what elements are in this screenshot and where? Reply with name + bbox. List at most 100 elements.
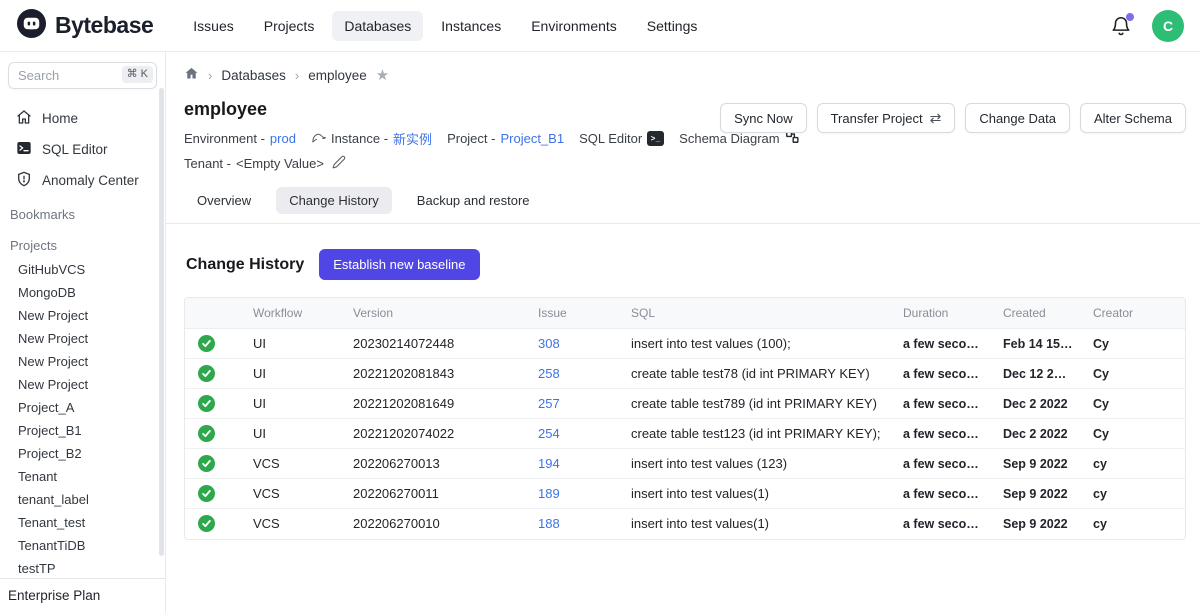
change-data-label: Change Data bbox=[979, 111, 1056, 126]
cell-creator: cy bbox=[1077, 479, 1185, 509]
issue-link[interactable]: 188 bbox=[538, 516, 560, 531]
environment-label: Environment - bbox=[184, 131, 265, 146]
success-check-icon bbox=[198, 365, 215, 382]
column-header-duration: Duration bbox=[887, 298, 987, 329]
main-content: › Databases › employee ★ employee Enviro… bbox=[166, 52, 1200, 613]
cell-created: Sep 9 2022 bbox=[987, 479, 1077, 509]
sync-now-label: Sync Now bbox=[734, 111, 793, 126]
cell-duration: a few seconds bbox=[887, 479, 987, 509]
change-data-button[interactable]: Change Data bbox=[965, 103, 1070, 133]
cell-duration: a few seconds bbox=[887, 509, 987, 539]
page-actions: Sync Now Transfer Project ⇄ Change Data … bbox=[720, 103, 1186, 133]
cell-workflow: VCS bbox=[237, 509, 337, 539]
page-title: employee bbox=[184, 99, 720, 120]
cell-sql: insert into test values(1) bbox=[615, 479, 887, 509]
transfer-project-button[interactable]: Transfer Project ⇄ bbox=[817, 103, 956, 133]
bytebase-logo[interactable]: Bytebase bbox=[16, 8, 153, 44]
instance-link[interactable]: 新实例 bbox=[393, 129, 432, 148]
home-icon[interactable] bbox=[184, 66, 199, 84]
alter-schema-button[interactable]: Alter Schema bbox=[1080, 103, 1186, 133]
sidebar-project-tenanttidb[interactable]: TenantTiDB bbox=[0, 534, 165, 557]
change-history-row[interactable]: UI20221202074022254create table test123 … bbox=[185, 419, 1185, 449]
sidebar-item-home[interactable]: Home bbox=[0, 103, 165, 134]
notifications-bell-icon[interactable] bbox=[1110, 15, 1132, 37]
breadcrumb-databases[interactable]: Databases bbox=[221, 68, 286, 83]
issue-link[interactable]: 194 bbox=[538, 456, 560, 471]
enterprise-plan-footer[interactable]: Enterprise Plan bbox=[0, 578, 165, 613]
sql-editor-text: SQL Editor bbox=[579, 131, 642, 146]
establish-baseline-button[interactable]: Establish new baseline bbox=[319, 249, 479, 280]
sidebar-item-label: SQL Editor bbox=[42, 142, 108, 157]
sidebar-project-mongodb[interactable]: MongoDB bbox=[0, 281, 165, 304]
transfer-project-label: Transfer Project bbox=[831, 111, 923, 126]
sidebar-project-githubvcs[interactable]: GitHubVCS bbox=[0, 258, 165, 281]
sql-editor-shortcut[interactable]: SQL Editor >_ bbox=[579, 131, 664, 146]
cell-version: 20221202081649 bbox=[337, 389, 522, 419]
cell-created: Sep 9 2022 bbox=[987, 449, 1077, 479]
issue-link[interactable]: 189 bbox=[538, 486, 560, 501]
change-history-row[interactable]: VCS202206270011189insert into test value… bbox=[185, 479, 1185, 509]
topnav-item-databases[interactable]: Databases bbox=[332, 11, 423, 41]
user-avatar[interactable]: C bbox=[1152, 10, 1184, 42]
cell-sql: create table test78 (id int PRIMARY KEY) bbox=[615, 359, 887, 389]
change-history-row[interactable]: UI20230214072448308insert into test valu… bbox=[185, 329, 1185, 359]
change-history-row[interactable]: UI20221202081843258create table test78 (… bbox=[185, 359, 1185, 389]
tab-change-history[interactable]: Change History bbox=[276, 187, 392, 214]
cell-version: 202206270013 bbox=[337, 449, 522, 479]
sidebar-project-project-b2[interactable]: Project_B2 bbox=[0, 442, 165, 465]
environment-link[interactable]: prod bbox=[270, 131, 296, 146]
topnav-item-issues[interactable]: Issues bbox=[181, 11, 245, 41]
change-history-table: WorkflowVersionIssueSQLDurationCreatedCr… bbox=[184, 297, 1186, 540]
breadcrumb-employee[interactable]: employee bbox=[308, 68, 367, 83]
change-history-row[interactable]: VCS202206270010 188 insert into test value… bbox=[185, 509, 1185, 539]
sidebar-project-testtp[interactable]: testTP bbox=[0, 557, 165, 580]
issue-link[interactable]: 258 bbox=[538, 366, 560, 381]
alter-schema-label: Alter Schema bbox=[1094, 111, 1172, 126]
issue-link[interactable]: 308 bbox=[538, 336, 560, 351]
tenant-value: <Empty Value> bbox=[236, 156, 324, 171]
issue-link[interactable]: 257 bbox=[538, 396, 560, 411]
sidebar-project-new-project[interactable]: New Project bbox=[0, 350, 165, 373]
sidebar-project-tenant[interactable]: Tenant bbox=[0, 465, 165, 488]
cell-sql: insert into test values(1) bbox=[615, 509, 887, 539]
success-check-icon bbox=[198, 485, 215, 502]
sync-now-button[interactable]: Sync Now bbox=[720, 103, 807, 133]
topnav-item-projects[interactable]: Projects bbox=[252, 11, 327, 41]
database-meta-row: Environment - prod Instance - 新实例 bbox=[184, 129, 720, 148]
column-header-issue: Issue bbox=[522, 298, 615, 329]
sidebar-item-sql-editor[interactable]: SQL Editor bbox=[0, 134, 165, 165]
sidebar-project-tenant-test[interactable]: Tenant_test bbox=[0, 511, 165, 534]
cell-sql: create table test789 (id int PRIMARY KEY… bbox=[615, 389, 887, 419]
tab-backup-and-restore[interactable]: Backup and restore bbox=[404, 187, 543, 214]
topnav-item-settings[interactable]: Settings bbox=[635, 11, 710, 41]
topnav-item-instances[interactable]: Instances bbox=[429, 11, 513, 41]
change-history-row[interactable]: VCS202206270013194insert into test value… bbox=[185, 449, 1185, 479]
cell-created: Dec 2 2022 bbox=[987, 419, 1077, 449]
brand-name: Bytebase bbox=[55, 12, 153, 39]
cell-version: 20221202074022 bbox=[337, 419, 522, 449]
column-header-creator: Creator bbox=[1077, 298, 1185, 329]
topnav-item-environments[interactable]: Environments bbox=[519, 11, 629, 41]
sidebar-project-project-b1[interactable]: Project_B1 bbox=[0, 419, 165, 442]
cell-duration: a few seconds bbox=[887, 419, 987, 449]
project-label: Project - bbox=[447, 131, 495, 146]
sidebar-project-new-project[interactable]: New Project bbox=[0, 327, 165, 350]
cell-creator: Cy bbox=[1077, 329, 1185, 359]
change-history-row[interactable]: UI20221202081649257create table test789 … bbox=[185, 389, 1185, 419]
project-link[interactable]: Project_B1 bbox=[500, 131, 564, 146]
sidebar-project-tenant-label[interactable]: tenant_label bbox=[0, 488, 165, 511]
sidebar-scrollbar[interactable] bbox=[159, 88, 164, 556]
edit-pencil-icon[interactable] bbox=[332, 155, 346, 172]
cell-created: Dec 2 2022 bbox=[987, 389, 1077, 419]
bookmark-star-icon[interactable]: ★ bbox=[376, 68, 389, 83]
sidebar-section-projects: Projects bbox=[0, 231, 165, 258]
sidebar-project-project-a[interactable]: Project_A bbox=[0, 396, 165, 419]
tabs-divider bbox=[166, 223, 1200, 224]
search-shortcut-badge: ⌘ K bbox=[122, 66, 153, 83]
sidebar-item-anomaly-center[interactable]: Anomaly Center bbox=[0, 165, 165, 196]
tab-overview[interactable]: Overview bbox=[184, 187, 264, 214]
sidebar-project-new-project[interactable]: New Project bbox=[0, 304, 165, 327]
cell-version: 202206270010 bbox=[337, 509, 522, 539]
sidebar-project-new-project[interactable]: New Project bbox=[0, 373, 165, 396]
issue-link[interactable]: 254 bbox=[538, 426, 560, 441]
